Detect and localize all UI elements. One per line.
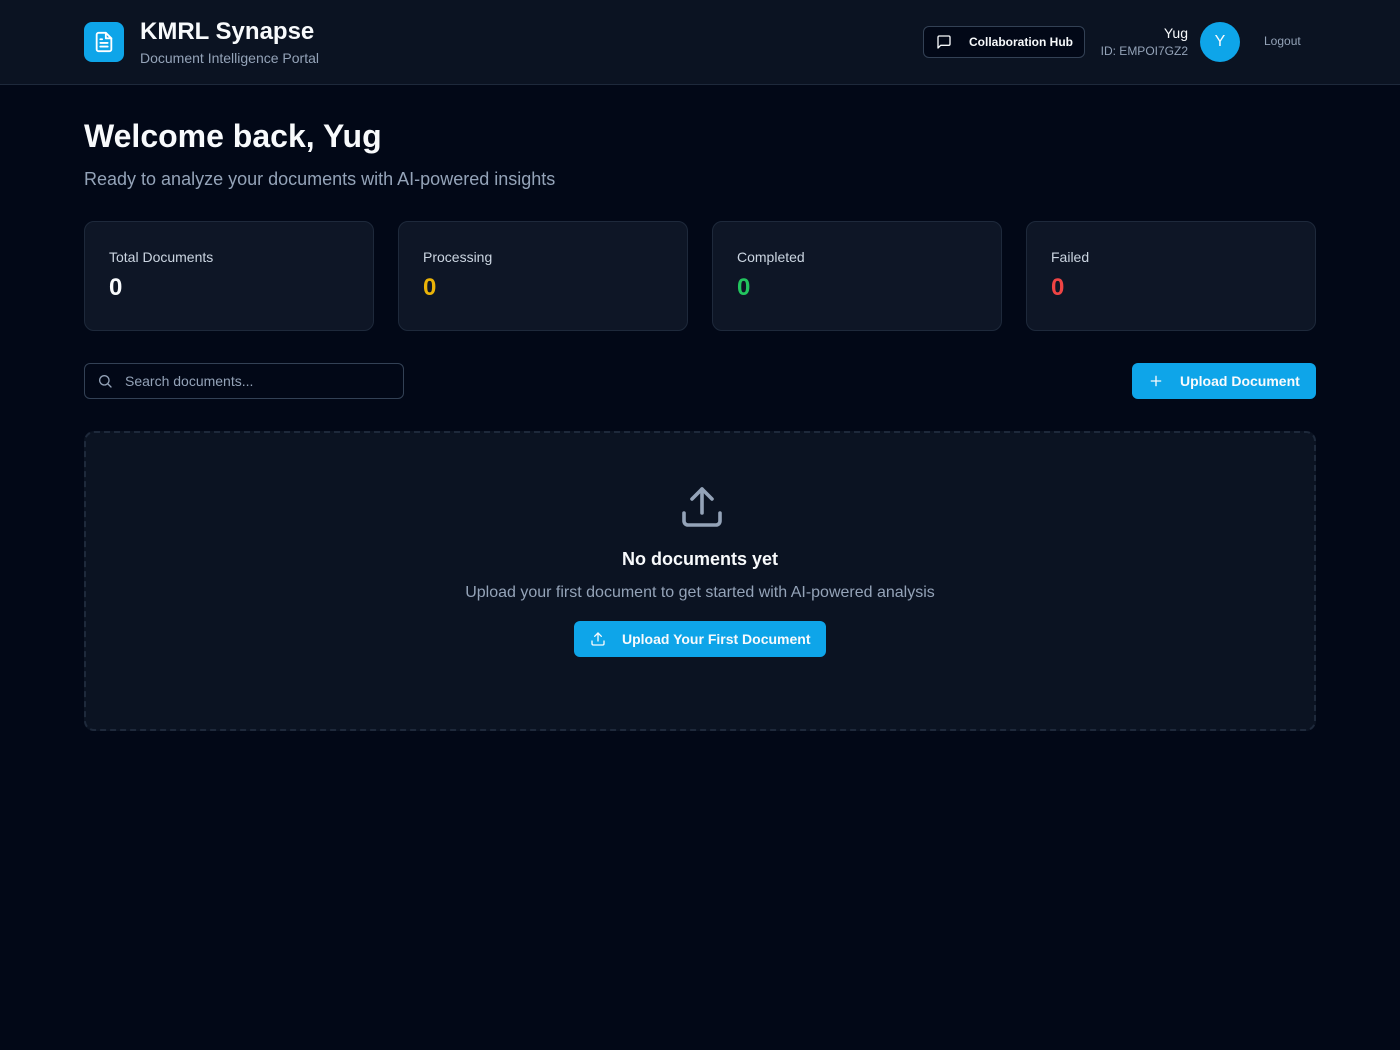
stat-value: 0: [109, 274, 123, 301]
stat-label: Failed: [1051, 249, 1090, 265]
stat-value: 0: [1051, 274, 1065, 301]
user-name: Yug: [1163, 25, 1188, 41]
stat-card-processing: Processing 0: [398, 221, 688, 331]
collaboration-hub-button[interactable]: Collaboration Hub: [923, 26, 1085, 58]
stat-card-failed: Failed 0: [1026, 221, 1316, 331]
stat-card-total: Total Documents 0: [84, 221, 374, 331]
upload-icon: [590, 631, 606, 647]
upload-icon: [678, 483, 726, 531]
top-header: KMRL Synapse Document Intelligence Porta…: [0, 0, 1400, 85]
logout-button[interactable]: Logout: [1264, 34, 1301, 48]
app-subtitle: Document Intelligence Portal: [140, 50, 319, 66]
stat-card-completed: Completed 0: [712, 221, 1002, 331]
upload-first-document-button[interactable]: Upload Your First Document: [574, 621, 826, 657]
stat-label: Completed: [737, 249, 805, 265]
stats-row: Total Documents 0 Processing 0 Completed…: [84, 221, 1316, 331]
stat-label: Processing: [423, 249, 493, 265]
app-title: KMRL Synapse: [140, 18, 315, 45]
user-info: Yug ID: EMPOI7GZ2: [1101, 25, 1188, 59]
plus-icon: [1148, 373, 1164, 389]
document-icon: [84, 22, 124, 62]
empty-state: No documents yet Upload your first docum…: [84, 431, 1316, 731]
stat-value: 0: [423, 274, 437, 301]
upload-document-label: Upload Document: [1180, 373, 1300, 389]
stat-value: 0: [737, 274, 751, 301]
search-input[interactable]: [125, 373, 395, 389]
avatar[interactable]: Y: [1200, 22, 1240, 62]
brand: KMRL Synapse Document Intelligence Porta…: [84, 18, 319, 68]
stat-label: Total Documents: [109, 249, 214, 265]
empty-state-title: No documents yet: [621, 549, 779, 569]
upload-document-button[interactable]: Upload Document: [1132, 363, 1316, 399]
message-square-icon: [936, 34, 952, 50]
user-id: ID: EMPOI7GZ2: [1100, 44, 1188, 58]
empty-state-text: Upload your first document to get starte…: [465, 584, 935, 601]
upload-first-document-label: Upload Your First Document: [622, 631, 811, 647]
page-subtitle: Ready to analyze your documents with AI-…: [84, 169, 556, 189]
collaboration-hub-label: Collaboration Hub: [969, 35, 1073, 49]
search-icon: [97, 373, 113, 389]
search-bar: [84, 363, 404, 399]
page-title: Welcome back, Yug: [84, 118, 382, 154]
welcome-section: Welcome back, Yug Ready to analyze your …: [84, 117, 555, 190]
